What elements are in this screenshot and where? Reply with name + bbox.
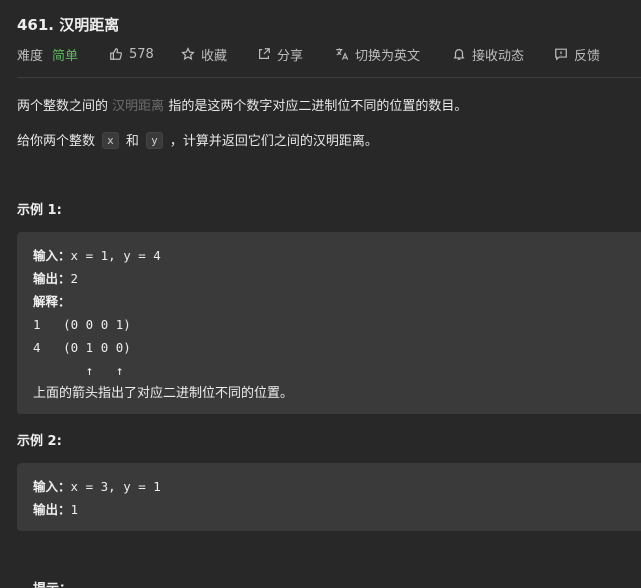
problem-toolbar: 难度 简单 578 收藏 分享 切换为英文 接收动态 反馈 [17, 44, 641, 64]
example-1-input: 输入：x = 1, y = 4 [33, 244, 625, 267]
share-icon [259, 48, 270, 59]
description-text: 给你两个整数 [17, 134, 96, 149]
feedback-label: 反馈 [574, 48, 601, 64]
like-count: 578 [129, 46, 154, 62]
hamming-distance-term: 汉明距离 [112, 99, 165, 114]
feedback-icon [555, 48, 567, 61]
input-value: x = 3, y = 1 [70, 479, 161, 494]
example-1-title: 示例 1: [17, 203, 62, 218]
description-text: 两个整数之间的 [17, 99, 109, 114]
favorite-label: 收藏 [201, 48, 228, 64]
arrows-row: ↑ ↑ [33, 363, 124, 378]
bell-icon [453, 49, 465, 60]
example-1-output: 输出：2 [33, 267, 625, 290]
notify-button[interactable]: 接收动态 [452, 44, 554, 64]
difficulty: 难度 简单 [17, 44, 109, 64]
description-text: 指的是这两个数字对应二进制位不同的位置的数目。 [168, 99, 468, 114]
favorite-button[interactable]: 收藏 [181, 44, 257, 64]
difficulty-label: 难度 [17, 48, 44, 64]
example-2-block: 输入：x = 3, y = 1 输出：1 [17, 463, 641, 531]
output-label: 输出： [33, 502, 71, 517]
share-button[interactable]: 分享 [257, 44, 335, 64]
problem-page: 461. 汉明距离 难度 简单 578 收藏 分享 切换为英文 接收动态 反馈 [0, 0, 641, 588]
inline-code-y: y [146, 132, 163, 149]
description-text: 和 [125, 134, 139, 149]
example-1-explain: 解释： [33, 290, 625, 313]
example-1-block: 输入：x = 1, y = 4 输出：2 解释： 1 (0 0 0 1) 4 (0 1 … [17, 232, 641, 414]
example-2-input: 输入：x = 3, y = 1 [33, 475, 625, 498]
translate-label: 切换为英文 [355, 48, 421, 64]
output-label: 输出： [33, 271, 71, 286]
binary-row-2: 4 (0 1 0 0) [33, 340, 131, 355]
translate-icon [336, 48, 349, 60]
header-divider [17, 77, 641, 78]
star-icon [181, 47, 195, 61]
notify-label: 接收动态 [472, 48, 525, 64]
hint-title: 提示： [33, 578, 72, 588]
input-label: 输入： [33, 248, 71, 263]
inline-code-x: x [102, 132, 119, 149]
share-label: 分享 [277, 48, 304, 64]
explain-note: 上面的箭头指出了对应二进制位不同的位置。 [33, 386, 294, 401]
output-value: 1 [70, 502, 79, 517]
input-label: 输入： [33, 479, 71, 494]
input-value: x = 1, y = 4 [70, 248, 161, 263]
description-line-2: 给你两个整数 x 和 y ，计算并返回它们之间的汉明距离。 [17, 130, 378, 149]
description-text: ，计算并返回它们之间的汉明距离。 [169, 134, 378, 149]
output-value: 2 [70, 271, 79, 286]
example-2-output: 输出：1 [33, 498, 625, 521]
description-line-1: 两个整数之间的 汉明距离 指的是这两个数字对应二进制位不同的位置的数目。 [17, 95, 467, 114]
difficulty-value: 简单 [52, 48, 79, 64]
binary-row-1: 1 (0 0 0 1) [33, 317, 131, 332]
thumbs-up-icon [110, 48, 122, 60]
problem-title: 461. 汉明距离 [17, 16, 120, 34]
explain-label: 解释： [33, 294, 71, 309]
feedback-button[interactable]: 反馈 [554, 44, 600, 64]
example-2-title: 示例 2: [17, 434, 62, 449]
like-button[interactable]: 578 [109, 44, 181, 64]
translate-button[interactable]: 切换为英文 [335, 44, 452, 64]
